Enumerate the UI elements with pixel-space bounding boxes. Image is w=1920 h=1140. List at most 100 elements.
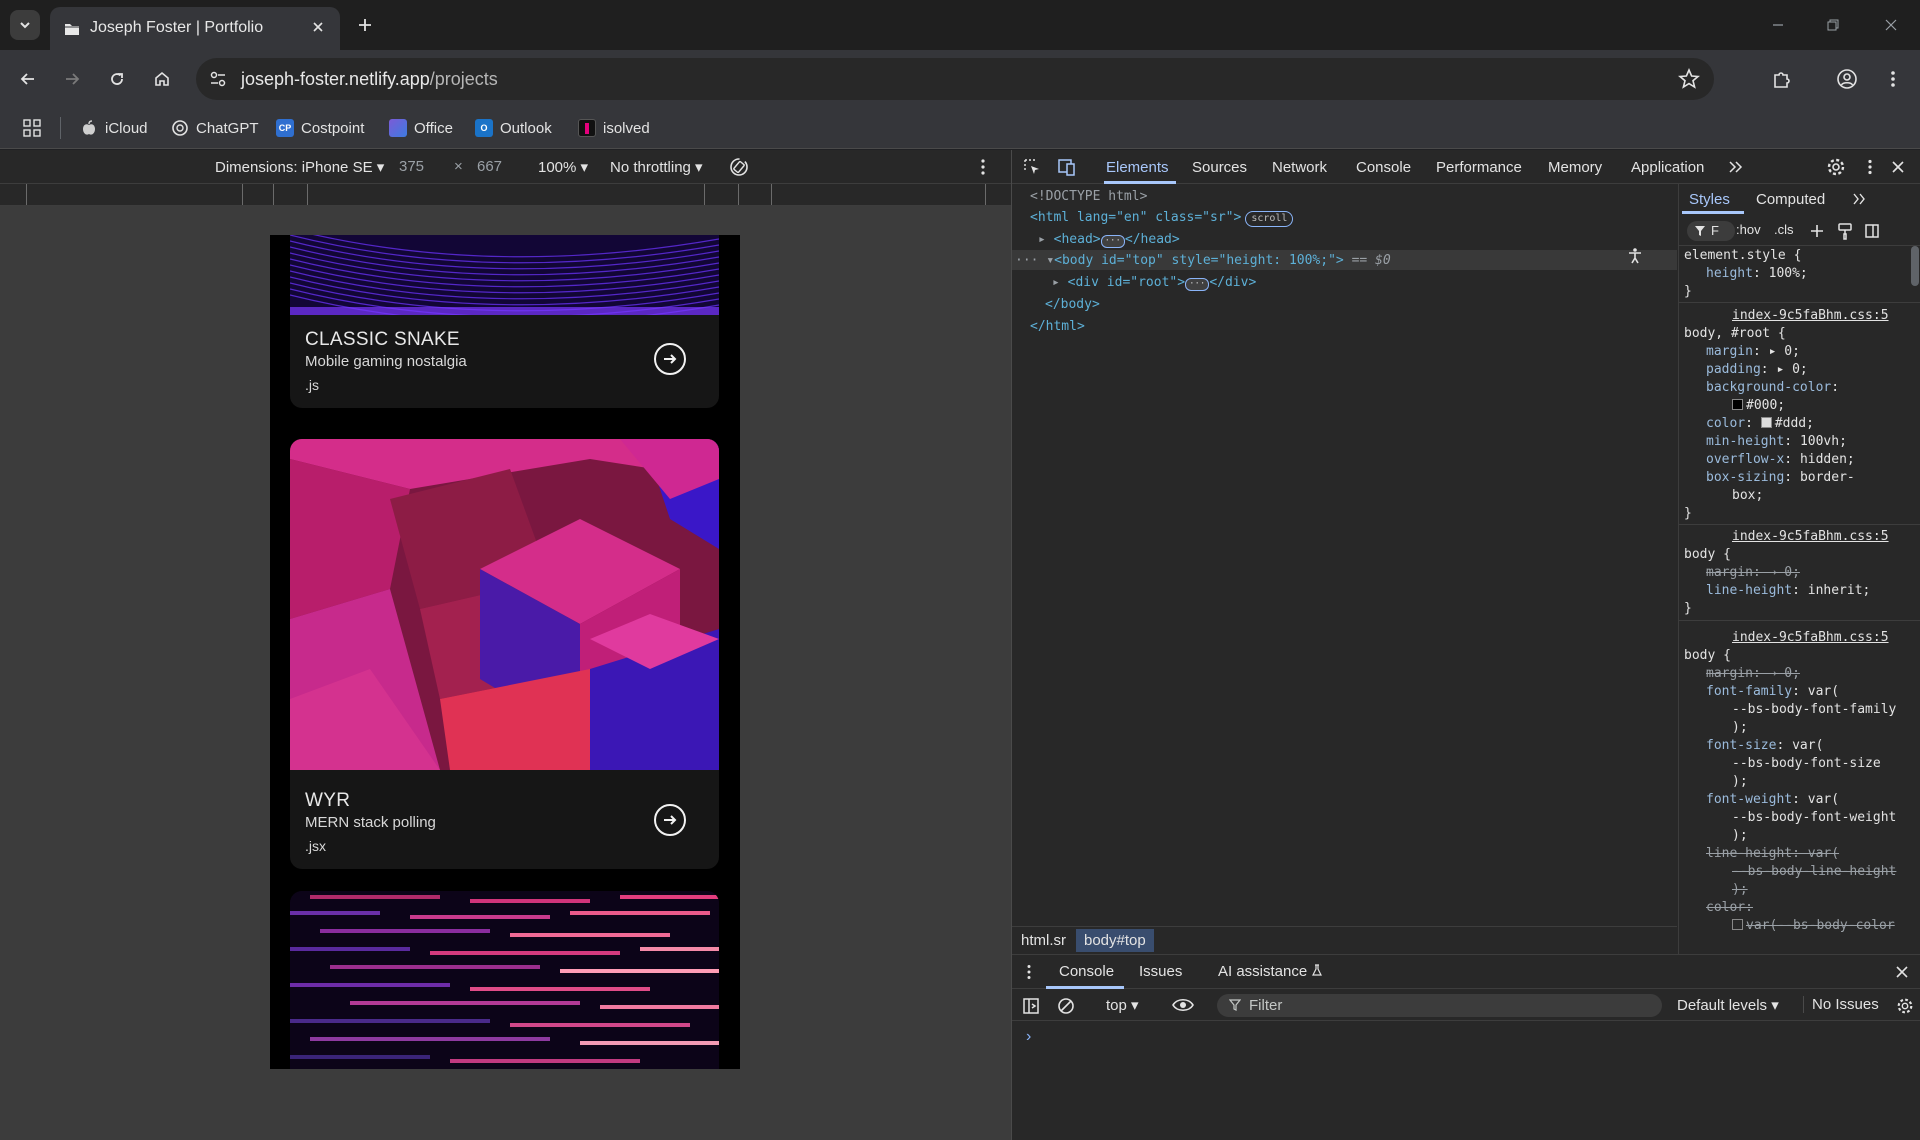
- rule-source-link[interactable]: index-9c5faBhm.css:5: [1732, 529, 1889, 544]
- height-input[interactable]: 667: [477, 158, 502, 175]
- tab-close-button[interactable]: [308, 17, 328, 37]
- devtools-menu-button[interactable]: [1860, 157, 1880, 177]
- rule-declaration[interactable]: box-sizing: border-: [1706, 470, 1855, 485]
- reload-button[interactable]: [102, 64, 132, 94]
- drawer-tab-ai-assistance[interactable]: AI assistance: [1218, 963, 1323, 980]
- bookmark-isolved[interactable]: isolved: [578, 116, 650, 140]
- paint-roller-icon[interactable]: [1837, 222, 1853, 240]
- context-select[interactable]: top ▾: [1106, 996, 1139, 1014]
- rotate-icon[interactable]: [728, 156, 750, 178]
- forward-button[interactable]: [57, 64, 87, 94]
- bookmark-office[interactable]: Office: [389, 116, 453, 140]
- rule-declaration[interactable]: font-size: var(: [1706, 738, 1823, 753]
- color-swatch[interactable]: [1732, 399, 1743, 410]
- bookmark-chatgpt[interactable]: ChatGPT: [171, 116, 259, 140]
- tab-computed[interactable]: Computed: [1756, 191, 1825, 208]
- close-icon[interactable]: [1895, 965, 1909, 979]
- rule-declaration[interactable]: margin: ▸ 0;: [1706, 344, 1800, 359]
- rule-declaration[interactable]: font-family: var(: [1706, 684, 1839, 699]
- rule-declaration[interactable]: font-weight: var(: [1706, 792, 1839, 807]
- profile-button[interactable]: [1832, 64, 1862, 94]
- sidebar-toggle-icon[interactable]: [1864, 223, 1880, 239]
- collapsed-dots[interactable]: ···: [1185, 278, 1210, 291]
- open-project-button[interactable]: [654, 804, 686, 836]
- throttling-select[interactable]: No throttling ▾: [610, 158, 703, 176]
- collapsed-dots[interactable]: ···: [1100, 235, 1125, 248]
- scroll-badge[interactable]: scroll: [1245, 211, 1294, 227]
- home-button[interactable]: [147, 64, 177, 94]
- styles-filter-input[interactable]: F: [1687, 221, 1735, 241]
- breadcrumb-body[interactable]: body#top: [1076, 929, 1154, 952]
- address-bar[interactable]: joseph-foster.netlify.app/projects: [196, 58, 1714, 100]
- more-vertical-icon[interactable]: [980, 158, 986, 176]
- drawer-tab-console[interactable]: Console: [1059, 963, 1114, 980]
- rule-declaration[interactable]: color: #ddd;: [1706, 416, 1814, 431]
- plus-icon[interactable]: [1809, 223, 1825, 239]
- rule-declaration-overridden[interactable]: margin: → 0;: [1706, 565, 1800, 580]
- collapse-caret-icon[interactable]: ▾: [1046, 253, 1054, 268]
- expand-caret-icon[interactable]: ▸: [1038, 232, 1046, 247]
- accessibility-tree-button[interactable]: [1623, 244, 1647, 268]
- rule-declaration[interactable]: min-height: 100vh;: [1706, 434, 1847, 449]
- rule-declaration-overridden[interactable]: line-height: var(: [1706, 846, 1839, 861]
- chevron-double-right-icon[interactable]: [1852, 193, 1866, 205]
- breadcrumb-html[interactable]: html.sr: [1021, 932, 1066, 949]
- device-select[interactable]: Dimensions: iPhone SE ▾: [215, 158, 384, 176]
- minimize-button[interactable]: [1763, 10, 1793, 40]
- bookmark-icloud[interactable]: iCloud: [80, 116, 148, 140]
- inspect-element-button[interactable]: [1022, 157, 1042, 177]
- eye-icon[interactable]: [1172, 997, 1194, 1013]
- rule-declaration[interactable]: background-color:: [1706, 380, 1839, 395]
- color-swatch[interactable]: [1732, 919, 1743, 930]
- new-tab-button[interactable]: [352, 12, 378, 38]
- device-toggle-button[interactable]: [1057, 157, 1077, 177]
- color-swatch[interactable]: [1760, 417, 1772, 428]
- tab-console[interactable]: Console: [1356, 159, 1411, 176]
- rule-declaration[interactable]: height: 100%;: [1706, 266, 1808, 281]
- drawer-tab-issues[interactable]: Issues: [1139, 963, 1182, 980]
- more-vertical-icon[interactable]: [1026, 964, 1032, 980]
- dom-body-close[interactable]: </body>: [1045, 297, 1100, 312]
- rule-source-link[interactable]: index-9c5faBhm.css:5: [1732, 630, 1889, 645]
- active-tab[interactable]: Joseph Foster | Portfolio: [50, 7, 340, 50]
- clear-console-icon[interactable]: [1057, 997, 1075, 1015]
- cls-toggle[interactable]: .cls: [1774, 222, 1794, 237]
- rule-value-line[interactable]: #000;: [1732, 398, 1785, 413]
- sidebar-toggle-icon[interactable]: [1022, 997, 1040, 1015]
- rule-declaration-overridden[interactable]: margin: → 0;: [1706, 666, 1800, 681]
- bookmark-costpoint[interactable]: CP Costpoint: [276, 116, 364, 140]
- back-button[interactable]: [13, 64, 43, 94]
- console-filter-input[interactable]: Filter: [1217, 994, 1662, 1017]
- expand-caret-icon[interactable]: ▸: [1052, 275, 1060, 290]
- issues-count[interactable]: No Issues: [1803, 996, 1879, 1013]
- rule-source-link[interactable]: index-9c5faBhm.css:5: [1732, 308, 1889, 323]
- styles-scrollbar[interactable]: [1911, 246, 1919, 286]
- dom-body-node[interactable]: ··· ▾<body id="top" style="height: 100%;…: [1015, 253, 1391, 268]
- devtools-settings-button[interactable]: [1826, 157, 1846, 177]
- close-window-button[interactable]: [1876, 10, 1906, 40]
- dom-doctype[interactable]: <!DOCTYPE html>: [1030, 189, 1147, 204]
- console-prompt[interactable]: ›: [1026, 1028, 1031, 1046]
- tab-network[interactable]: Network: [1272, 159, 1327, 176]
- rule-declaration[interactable]: line-height: inherit;: [1706, 583, 1870, 598]
- browser-menu-button[interactable]: [1878, 64, 1908, 94]
- close-devtools-button[interactable]: [1888, 157, 1908, 177]
- rule-declaration[interactable]: padding: ▸ 0;: [1706, 362, 1808, 377]
- bookmark-star-icon[interactable]: [1678, 68, 1700, 90]
- restore-button[interactable]: [1818, 10, 1848, 40]
- dom-head-node[interactable]: ▸ <head> ··· </head>: [1038, 232, 1180, 248]
- hov-toggle[interactable]: :hov: [1736, 222, 1761, 237]
- node-menu-dots[interactable]: ···: [1015, 253, 1038, 268]
- tab-memory[interactable]: Memory: [1548, 159, 1602, 176]
- extensions-button[interactable]: [1767, 64, 1797, 94]
- tab-elements[interactable]: Elements: [1106, 159, 1169, 176]
- zoom-select[interactable]: 100% ▾: [538, 158, 588, 176]
- tab-performance[interactable]: Performance: [1436, 159, 1522, 176]
- log-levels-select[interactable]: Default levels ▾: [1677, 996, 1779, 1014]
- rule-declaration-overridden[interactable]: color:: [1706, 900, 1753, 915]
- tab-styles[interactable]: Styles: [1689, 191, 1730, 208]
- dom-root-node[interactable]: ▸ <div id="root"> ··· </div>: [1052, 275, 1256, 291]
- tab-application[interactable]: Application: [1631, 159, 1704, 176]
- dom-html-node[interactable]: <html lang="en" class="sr"> scroll: [1030, 210, 1294, 227]
- dom-html-close[interactable]: </html>: [1030, 319, 1085, 334]
